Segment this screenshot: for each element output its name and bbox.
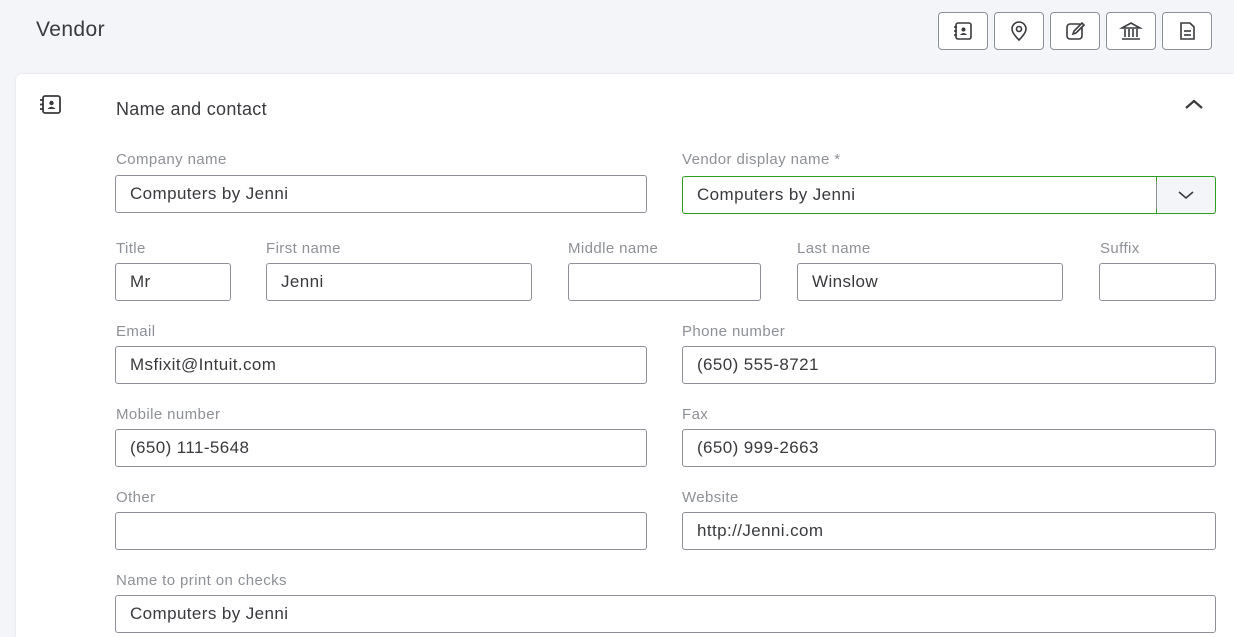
title-input[interactable] xyxy=(115,263,231,301)
collapse-section-button[interactable] xyxy=(1180,92,1208,116)
page-title: Vendor xyxy=(36,18,105,41)
mobile-label: Mobile number xyxy=(116,406,221,423)
website-label: Website xyxy=(682,489,739,506)
email-input[interactable] xyxy=(115,346,647,384)
website-input[interactable] xyxy=(682,512,1216,550)
display-name-label: Vendor display name * xyxy=(682,151,841,168)
last-name-input[interactable] xyxy=(797,263,1063,301)
print-on-checks-input[interactable] xyxy=(115,595,1216,633)
contact-card-icon xyxy=(954,22,972,40)
suffix-input[interactable] xyxy=(1099,263,1216,301)
fax-input[interactable] xyxy=(682,429,1216,467)
email-label: Email xyxy=(116,323,156,340)
payments-button[interactable] xyxy=(1106,12,1156,50)
edit-note-icon xyxy=(1066,21,1086,40)
print-on-checks-label: Name to print on checks xyxy=(116,572,287,589)
vendor-page: Vendor Name and contact Company name Com… xyxy=(0,0,1234,637)
company-name-label: Company name xyxy=(116,151,227,168)
first-name-label: First name xyxy=(266,240,341,257)
display-name-dropdown-button[interactable] xyxy=(1156,176,1216,214)
other-label: Other xyxy=(116,489,156,506)
contact-card-button[interactable] xyxy=(938,12,988,50)
company-name-input[interactable] xyxy=(115,175,647,213)
chevron-up-icon xyxy=(1185,99,1203,109)
mobile-input[interactable] xyxy=(115,429,647,467)
middle-name-label: Middle name xyxy=(568,240,659,257)
phone-input[interactable] xyxy=(682,346,1216,384)
suffix-label: Suffix xyxy=(1100,240,1140,257)
attachments-button[interactable] xyxy=(1162,12,1212,50)
section-toolbar xyxy=(938,12,1212,50)
phone-label: Phone number xyxy=(682,323,786,340)
location-pin-icon xyxy=(1011,21,1027,42)
last-name-label: Last name xyxy=(797,240,871,257)
display-name-input[interactable] xyxy=(682,176,1156,214)
contact-card-icon xyxy=(40,95,61,114)
title-label: Title xyxy=(116,240,146,257)
section-title: Name and contact xyxy=(116,99,267,119)
notes-button[interactable] xyxy=(1050,12,1100,50)
section-header-icon xyxy=(38,93,64,122)
chevron-down-icon xyxy=(1178,191,1194,200)
middle-name-input[interactable] xyxy=(568,263,761,301)
first-name-input[interactable] xyxy=(266,263,532,301)
address-button[interactable] xyxy=(994,12,1044,50)
document-icon xyxy=(1180,22,1195,40)
other-input[interactable] xyxy=(115,512,647,550)
fax-label: Fax xyxy=(682,406,709,423)
bank-icon xyxy=(1119,22,1143,40)
